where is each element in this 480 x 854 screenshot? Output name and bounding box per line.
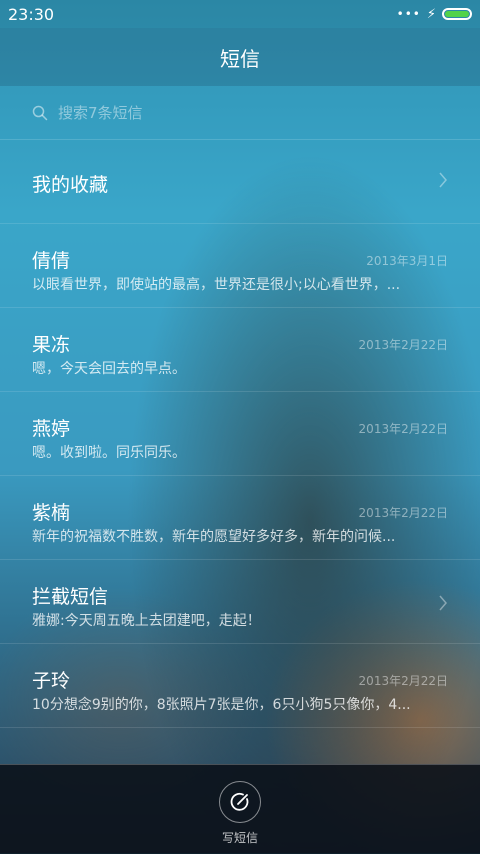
message-snippet: 嗯，今天会回去的早点。 [32,361,186,377]
search-icon [32,105,48,120]
conversation-row[interactable]: 燕婷 2013年2月22日 嗯。收到啦。同乐同乐。 [0,392,480,476]
battery-fill [445,11,469,17]
bottom-bar: 写短信 [0,764,480,854]
favorites-row[interactable]: 我的收藏 [0,140,480,224]
page-title: 短信 [220,46,260,71]
search-bar[interactable]: 搜索7条短信 [0,86,480,140]
message-date: 2013年2月22日 [358,674,448,688]
message-list: 我的收藏 倩倩 2013年3月1日 以眼看世界，即使站的最高，世界还是很小;以心… [0,140,480,728]
message-date: 2013年2月22日 [358,422,448,436]
intercepted-messages-row[interactable]: 拦截短信 雅娜:今天周五晚上去团建吧，走起！ [0,560,480,644]
message-snippet: 10分想念9别的你，8张照片7张是你，6只小狗5只像你，4... [32,697,411,713]
message-snippet: 新年的祝福数不胜数，新年的愿望好多好多，新年的问候... [32,529,396,545]
contact-name: 子玲 [32,670,71,692]
status-icons: ••• ⚡ [397,7,472,22]
compose-button[interactable] [219,781,261,823]
message-date: 2013年3月1日 [366,254,448,268]
chevron-right-icon [439,595,447,611]
message-snippet: 以眼看世界，即使站的最高，世界还是很小;以心看世界，... [32,277,401,293]
message-snippet: 雅娜:今天周五晚上去团建吧，走起！ [32,613,261,629]
conversation-row[interactable]: 子玲 2013年2月22日 10分想念9别的你，8张照片7张是你，6只小狗5只像… [0,644,480,728]
message-date: 2013年2月22日 [358,506,448,520]
title-bar: 短信 [0,28,480,86]
contact-name: 紫楠 [32,502,71,524]
conversation-row[interactable]: 紫楠 2013年2月22日 新年的祝福数不胜数，新年的愿望好多好多，新年的问候.… [0,476,480,560]
contact-name: 倩倩 [32,250,71,272]
signal-icon: ••• [396,7,421,21]
charging-icon: ⚡ [426,6,436,22]
contact-name: 果冻 [32,334,71,356]
compose-label: 写短信 [221,831,258,845]
status-time: 23:30 [8,4,55,24]
message-snippet: 嗯。收到啦。同乐同乐。 [32,445,186,461]
search-input[interactable]: 搜索7条短信 [58,102,143,123]
compose-icon [230,792,249,811]
conversation-row[interactable]: 倩倩 2013年3月1日 以眼看世界，即使站的最高，世界还是很小;以心看世界，.… [0,224,480,308]
battery-icon [442,8,472,20]
status-bar: 23:30 ••• ⚡ [0,0,480,28]
conversation-row[interactable]: 果冻 2013年2月22日 嗯，今天会回去的早点。 [0,308,480,392]
contact-name: 燕婷 [32,418,71,440]
message-date: 2013年2月22日 [358,338,448,352]
chevron-right-icon [439,172,447,188]
intercepted-label: 拦截短信 [32,586,109,608]
favorites-label: 我的收藏 [32,174,109,196]
